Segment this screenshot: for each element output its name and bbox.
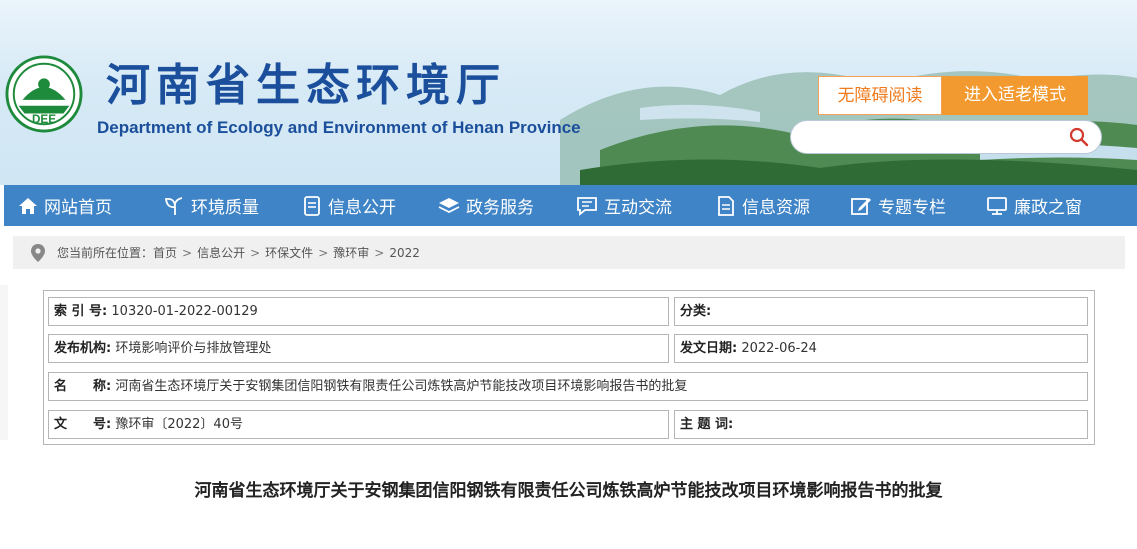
index-cell: 索 引 号: 10320-01-2022-00129 <box>48 297 669 326</box>
nav-label: 信息公开 <box>328 198 396 218</box>
docno-label: 文 号: <box>54 417 112 432</box>
name-value: 河南省生态环境厅关于安钢集团信阳钢铁有限责任公司炼铁高炉节能技改项目环境影响报告… <box>115 379 688 394</box>
publisher-cell: 发布机构: 环境影响评价与排放管理处 <box>48 334 669 363</box>
chat-icon <box>577 196 597 216</box>
home-icon <box>19 197 37 214</box>
elder-mode-button[interactable]: 进入适老模式 <box>942 76 1088 115</box>
edit-icon <box>851 197 871 215</box>
side-strip <box>0 285 8 440</box>
keywords-cell: 主 题 词: <box>674 410 1088 439</box>
site-title[interactable]: 河南省生态环境厅 <box>106 60 506 112</box>
breadcrumb-item-yuhuanshen[interactable]: 豫环审 <box>333 244 369 261</box>
date-value: 2022-06-24 <box>741 341 817 356</box>
search-icon[interactable] <box>1069 127 1089 147</box>
breadcrumb-separator: > <box>250 245 261 260</box>
breadcrumb-item-year[interactable]: 2022 <box>389 246 420 260</box>
main-nav: 网站首页 环境质量 信息公开 政务服务 互动交流 信息资源 专题专栏 廉政之窗 <box>4 185 1137 226</box>
date-label: 发文日期: <box>680 341 738 356</box>
nav-item-integrity[interactable]: 廉政之窗 <box>986 185 1082 226</box>
info-row-publisher: 发布机构: 环境影响评价与排放管理处 发文日期: 2022-06-24 <box>48 334 1088 363</box>
breadcrumb-prefix: 您当前所在位置： <box>57 246 154 260</box>
document-icon <box>304 195 320 216</box>
site-subtitle: Department of Ecology and Environment of… <box>97 118 581 137</box>
file-icon <box>718 195 734 216</box>
header-banner: DEE 河南省生态环境厅 Department of Ecology and E… <box>0 0 1137 185</box>
docno-value: 豫环审〔2022〕40号 <box>115 417 243 432</box>
docno-cell: 文 号: 豫环审〔2022〕40号 <box>48 410 669 439</box>
info-row-index: 索 引 号: 10320-01-2022-00129 分类: <box>48 297 1088 326</box>
index-label: 索 引 号: <box>54 304 108 319</box>
nav-label: 信息资源 <box>742 198 810 218</box>
nav-item-info-resources[interactable]: 信息资源 <box>716 185 810 226</box>
name-label: 名 称: <box>54 379 112 394</box>
nav-item-home[interactable]: 网站首页 <box>18 185 112 226</box>
breadcrumb-item-env-documents[interactable]: 环保文件 <box>265 244 313 261</box>
layers-icon <box>438 197 460 213</box>
category-label: 分类: <box>680 304 712 319</box>
logo-text: DEE <box>32 113 56 126</box>
index-value: 10320-01-2022-00129 <box>111 304 258 319</box>
category-cell: 分类: <box>674 297 1088 326</box>
name-cell: 名 称: 河南省生态环境厅关于安钢集团信阳钢铁有限责任公司炼铁高炉节能技改项目环… <box>48 372 1088 401</box>
dee-logo[interactable]: DEE <box>5 55 83 133</box>
nav-label: 廉政之窗 <box>1014 198 1082 218</box>
nav-label: 专题专栏 <box>878 198 946 218</box>
breadcrumb-separator: > <box>182 245 193 260</box>
search-box[interactable] <box>790 120 1102 154</box>
location-pin-icon <box>31 243 45 262</box>
nav-item-gov-service[interactable]: 政务服务 <box>438 185 534 226</box>
nav-item-environment[interactable]: 环境质量 <box>163 185 259 226</box>
nav-item-info-disclosure[interactable]: 信息公开 <box>302 185 396 226</box>
article-title: 河南省生态环境厅关于安钢集团信阳钢铁有限责任公司炼铁高炉节能技改项目环境影响报告… <box>194 481 943 501</box>
publisher-value: 环境影响评价与排放管理处 <box>115 341 272 356</box>
breadcrumb-item-home[interactable]: 首页 <box>153 244 177 261</box>
leaf-icon <box>165 196 183 215</box>
nav-item-interaction[interactable]: 互动交流 <box>576 185 672 226</box>
accessibility-button[interactable]: 无障碍阅读 <box>818 76 942 115</box>
date-cell: 发文日期: 2022-06-24 <box>674 334 1088 363</box>
nav-label: 互动交流 <box>604 198 672 218</box>
document-info-table: 索 引 号: 10320-01-2022-00129 分类: 发布机构: 环境影… <box>43 290 1095 445</box>
breadcrumb-separator: > <box>318 245 329 260</box>
breadcrumb-item-info-disclosure[interactable]: 信息公开 <box>197 244 245 261</box>
nav-label: 环境质量 <box>191 198 259 218</box>
keywords-label: 主 题 词: <box>680 417 734 432</box>
info-row-docno: 文 号: 豫环审〔2022〕40号 主 题 词: <box>48 410 1088 439</box>
monitor-icon <box>987 196 1007 215</box>
nav-item-special-topics[interactable]: 专题专栏 <box>850 185 946 226</box>
nav-label: 网站首页 <box>44 198 112 218</box>
breadcrumb: 您当前所在位置： 首页 > 信息公开 > 环保文件 > 豫环审 > 2022 <box>13 236 1125 269</box>
publisher-label: 发布机构: <box>54 341 112 356</box>
breadcrumb-separator: > <box>374 245 385 260</box>
info-row-name: 名 称: 河南省生态环境厅关于安钢集团信阳钢铁有限责任公司炼铁高炉节能技改项目环… <box>48 372 1088 401</box>
nav-label: 政务服务 <box>466 198 534 218</box>
